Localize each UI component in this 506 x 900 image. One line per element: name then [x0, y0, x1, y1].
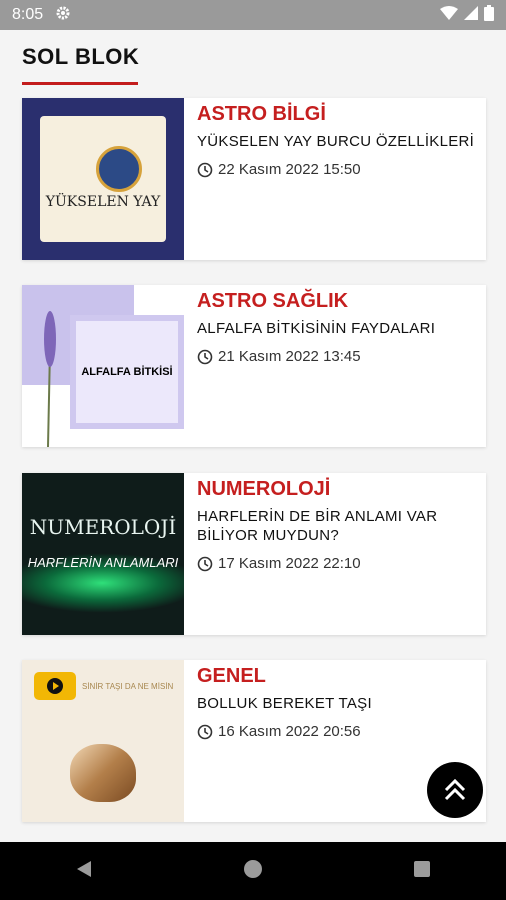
article-card[interactable]: YÜKSELEN YAY ASTRO BİLGİ YÜKSELEN YAY BU…	[22, 98, 486, 260]
back-button[interactable]	[75, 859, 93, 884]
double-chevron-up-icon	[444, 778, 466, 801]
clock-icon	[197, 349, 213, 364]
status-time: 8:05	[12, 6, 44, 23]
article-category[interactable]: NUMEROLOJİ	[197, 479, 486, 499]
article-date: 21 Kasım 2022 13:45	[197, 348, 486, 365]
lavender-icon	[44, 311, 56, 447]
article-thumbnail[interactable]: ALFALFA BİTKİSİ	[22, 285, 184, 447]
thumbnail-subtext: HARFLERİN ANLAMLARI	[27, 555, 179, 570]
status-bar: 8:05	[0, 0, 506, 30]
article-info: NUMEROLOJİ HARFLERİN DE BİR ANLAMI VAR B…	[184, 473, 486, 635]
zodiac-emblem-icon	[96, 146, 142, 192]
thumbnail-text: ALFALFA BİTKİSİ	[81, 365, 173, 378]
article-title[interactable]: ALFALFA BİTKİSİNİN FAYDALARI	[197, 319, 486, 338]
article-date: 22 Kasım 2022 15:50	[197, 161, 486, 178]
gear-icon	[55, 5, 71, 26]
home-button[interactable]	[243, 859, 263, 884]
article-thumbnail[interactable]: SİNİR TAŞI DA NE MİSİN	[22, 660, 184, 822]
article-card[interactable]: NUMEROLOJİ HARFLERİN ANLAMLARI NUMEROLOJ…	[22, 473, 486, 635]
title-underline	[22, 82, 138, 85]
thumbnail-card: YÜKSELEN YAY	[40, 116, 166, 242]
thumbnail-text: NUMEROLOJİ	[29, 515, 177, 539]
thumbnail-text: SİNİR TAŞI DA NE MİSİN	[82, 682, 174, 691]
scroll-to-top-button[interactable]	[427, 762, 483, 818]
navigation-bar	[0, 842, 506, 900]
article-title[interactable]: HARFLERİN DE BİR ANLAMI VAR BİLİYOR MUYD…	[197, 507, 486, 545]
page-title: SOL BLOK	[22, 44, 140, 69]
wifi-icon	[440, 5, 458, 25]
battery-icon	[484, 4, 494, 26]
crystal-image	[70, 744, 136, 802]
play-icon[interactable]	[34, 672, 76, 700]
article-date: 17 Kasım 2022 22:10	[197, 555, 486, 572]
article-info: ASTRO SAĞLIK ALFALFA BİTKİSİNİN FAYDALAR…	[184, 285, 486, 447]
article-thumbnail[interactable]: NUMEROLOJİ HARFLERİN ANLAMLARI	[22, 473, 184, 635]
recents-button[interactable]	[413, 860, 431, 883]
article-date-text: 21 Kasım 2022 13:45	[218, 348, 361, 365]
article-title[interactable]: YÜKSELEN YAY BURCU ÖZELLİKLERİ	[197, 132, 486, 151]
article-card[interactable]: ALFALFA BİTKİSİ ASTRO SAĞLIK ALFALFA BİT…	[22, 285, 486, 447]
clock-icon	[197, 556, 213, 571]
clock-icon	[197, 724, 213, 739]
article-date-text: 22 Kasım 2022 15:50	[218, 161, 361, 178]
clock-icon	[197, 162, 213, 177]
page-header: SOL BLOK	[22, 44, 139, 85]
article-title[interactable]: BOLLUK BEREKET TAŞI	[197, 694, 486, 713]
thumbnail-card: ALFALFA BİTKİSİ	[70, 315, 184, 429]
article-category[interactable]: ASTRO SAĞLIK	[197, 291, 486, 311]
article-card[interactable]: SİNİR TAŞI DA NE MİSİN GENEL BOLLUK BERE…	[22, 660, 486, 822]
article-date-text: 17 Kasım 2022 22:10	[218, 555, 361, 572]
article-info: ASTRO BİLGİ YÜKSELEN YAY BURCU ÖZELLİKLE…	[184, 98, 486, 260]
article-category[interactable]: ASTRO BİLGİ	[197, 104, 486, 124]
article-thumbnail[interactable]: YÜKSELEN YAY	[22, 98, 184, 260]
article-date-text: 16 Kasım 2022 20:56	[218, 723, 361, 740]
signal-icon	[464, 5, 478, 25]
article-date: 16 Kasım 2022 20:56	[197, 723, 486, 740]
thumbnail-text: YÜKSELEN YAY	[45, 194, 161, 210]
article-category[interactable]: GENEL	[197, 666, 486, 686]
